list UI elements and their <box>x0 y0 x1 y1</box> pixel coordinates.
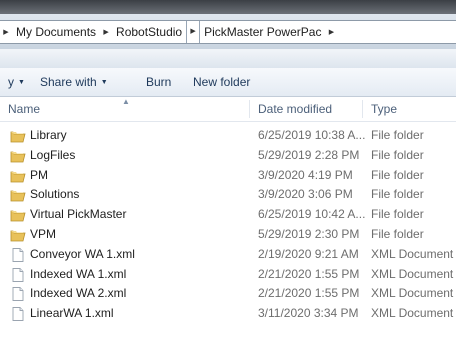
folder-icon <box>10 208 26 222</box>
column-divider[interactable] <box>362 100 363 118</box>
share-with-label: Share with <box>40 75 97 89</box>
folder-icon <box>10 149 26 163</box>
file-date-modified: 5/29/2019 2:28 PM <box>258 147 360 162</box>
folder-icon <box>10 129 26 143</box>
file-type: File folder <box>371 128 424 142</box>
file-row[interactable]: LogFiles 5/29/2019 2:28 PM File folder <box>0 146 456 166</box>
file-type: File folder <box>371 147 424 162</box>
file-row[interactable]: Virtual PickMaster 6/25/2019 10:42 A... Fi… <box>0 205 456 225</box>
document-icon <box>10 247 26 262</box>
file-date-modified: 6/25/2019 10:42 A... <box>258 207 366 222</box>
file-row[interactable]: LinearWA 1.xml 3/11/2020 3:34 PM XML Docum… <box>0 304 456 324</box>
chevron-right-icon[interactable]: ▶ <box>325 28 337 36</box>
file-name: LinearWA 1.xml <box>30 306 114 321</box>
document-icon <box>10 287 26 302</box>
share-with-button[interactable]: Share with ▼ <box>40 75 108 89</box>
file-date-modified: 2/21/2020 1:55 PM <box>258 266 360 281</box>
column-header-name[interactable]: Name <box>8 97 40 121</box>
file-name: PM <box>30 167 48 182</box>
file-name: LogFiles <box>30 147 76 162</box>
organize-label: y <box>8 75 14 89</box>
file-name: Indexed WA 1.xml <box>30 266 127 281</box>
document-icon <box>10 307 26 322</box>
file-type: File folder <box>371 226 424 241</box>
file-row[interactable]: Library 6/25/2019 10:38 A... File folder <box>0 126 456 146</box>
file-name: Solutions <box>30 187 80 202</box>
new-folder-button[interactable]: New folder <box>193 75 250 89</box>
breadcrumb-robotstudio[interactable]: RobotStudio <box>112 25 186 39</box>
window-titlebar <box>0 0 456 14</box>
file-date-modified: 2/19/2020 9:21 AM <box>258 246 359 261</box>
file-row[interactable]: Solutions 3/9/2020 3:06 PM File folder <box>0 185 456 205</box>
file-date-modified: 5/29/2019 2:30 PM <box>258 226 360 241</box>
file-row[interactable]: Indexed WA 2.xml 2/21/2020 1:55 PM XML Doc… <box>0 284 456 304</box>
file-date-modified: 3/9/2020 4:19 PM <box>258 167 353 182</box>
burn-button[interactable]: Burn <box>146 75 171 89</box>
organize-button[interactable]: y ▼ <box>8 75 25 89</box>
file-name: Indexed WA 2.xml <box>30 286 127 301</box>
file-row[interactable]: PM 3/9/2020 4:19 PM File folder <box>0 166 456 186</box>
file-row[interactable]: VPM 5/29/2019 2:30 PM File folder <box>0 225 456 245</box>
file-date-modified: 6/25/2019 10:38 A... <box>258 128 366 142</box>
file-name: Virtual PickMaster <box>30 207 127 222</box>
file-date-modified: 3/11/2020 3:34 PM <box>258 306 359 321</box>
folder-icon <box>10 228 26 242</box>
chevron-right-icon[interactable]: ▶ <box>0 28 12 36</box>
caret-down-icon: ▼ <box>100 78 108 86</box>
file-date-modified: 3/9/2020 3:06 PM <box>258 187 353 202</box>
chevron-right-icon[interactable]: ▶ <box>186 21 201 43</box>
column-header-row: ▲ Name Date modified Type <box>0 97 456 122</box>
file-name: VPM <box>30 226 57 241</box>
column-divider[interactable] <box>249 100 250 118</box>
folder-icon <box>10 169 26 183</box>
file-type: File folder <box>371 187 424 202</box>
file-type: XML Document <box>371 286 454 301</box>
file-type: XML Document <box>371 306 454 321</box>
sort-up-icon: ▲ <box>122 97 130 106</box>
file-type: XML Document <box>371 266 454 281</box>
column-header-date[interactable]: Date modified <box>258 97 332 121</box>
file-type: File folder <box>371 167 424 182</box>
chevron-right-icon[interactable]: ▶ <box>100 28 112 36</box>
menu-band <box>0 49 456 69</box>
column-header-type[interactable]: Type <box>371 97 397 121</box>
file-name: Library <box>30 128 67 142</box>
file-list: Library 6/25/2019 10:38 A... File folder Lo… <box>0 126 456 324</box>
folder-icon <box>10 188 26 202</box>
file-type: XML Document <box>371 246 454 261</box>
breadcrumb-my-documents[interactable]: My Documents <box>12 25 100 39</box>
document-icon <box>10 267 26 282</box>
address-bar[interactable]: ▶ My Documents ▶ RobotStudio ▶ PickMaste… <box>0 20 456 44</box>
command-toolbar: y ▼ Share with ▼ Burn New folder <box>0 68 456 97</box>
breadcrumb-pickmaster-powerpac[interactable]: PickMaster PowerPac <box>200 25 325 39</box>
caret-down-icon: ▼ <box>18 78 25 86</box>
file-row[interactable]: Indexed WA 1.xml 2/21/2020 1:55 PM XML Doc… <box>0 265 456 285</box>
file-type: File folder <box>371 207 424 222</box>
file-date-modified: 2/21/2020 1:55 PM <box>258 286 360 301</box>
burn-label: Burn <box>146 75 172 89</box>
new-folder-label: New folder <box>193 75 251 89</box>
file-name: Conveyor WA 1.xml <box>30 246 135 261</box>
file-row[interactable]: Conveyor WA 1.xml 2/19/2020 9:21 AM XML Do… <box>0 245 456 265</box>
